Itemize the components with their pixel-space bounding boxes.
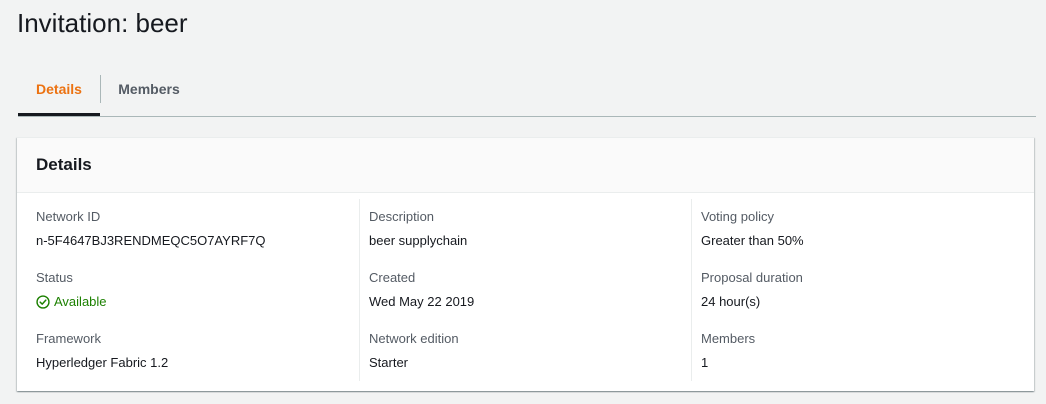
field-members: Members 1 <box>692 321 1025 382</box>
field-framework: Framework Hyperledger Fabric 1.2 <box>36 321 358 382</box>
field-value: Starter <box>369 355 409 370</box>
field-description: Description beer supplychain <box>360 199 692 260</box>
page-title: Invitation: beer <box>17 8 188 38</box>
details-column-3: Voting policy Greater than 50% Proposal … <box>691 199 1025 381</box>
status-value: Available <box>36 294 107 310</box>
field-created: Created Wed May 22 2019 <box>360 260 692 321</box>
field-label: Created <box>369 270 416 285</box>
details-column-2: Description beer supplychain Created Wed… <box>359 199 692 381</box>
field-label: Status <box>36 270 73 285</box>
field-label: Framework <box>36 331 102 346</box>
check-circle-icon <box>36 295 50 309</box>
field-value: 1 <box>701 355 709 370</box>
tab-details[interactable]: Details <box>18 68 100 116</box>
field-label: Voting policy <box>701 209 774 224</box>
field-value: beer supplychain <box>369 233 468 248</box>
details-column-1: Network ID n-5F4647BJ3RENDMEQC5O7AYRF7Q … <box>36 199 358 381</box>
invitation-page: Invitation: beer Details Members Details… <box>0 0 1046 404</box>
tab-bar: Details Members <box>18 68 1036 117</box>
field-value: Hyperledger Fabric 1.2 <box>36 355 169 370</box>
panel-title: Details <box>36 155 92 174</box>
field-network-id: Network ID n-5F4647BJ3RENDMEQC5O7AYRF7Q <box>36 199 358 260</box>
status-text: Available <box>54 294 107 309</box>
field-proposal-duration: Proposal duration 24 hour(s) <box>692 260 1025 321</box>
field-label: Members <box>701 331 756 346</box>
field-label: Description <box>369 209 435 224</box>
field-voting-policy: Voting policy Greater than 50% <box>692 199 1025 260</box>
field-label: Network ID <box>36 209 101 224</box>
panel-header: Details <box>17 138 1034 193</box>
field-status: Status Available <box>36 260 358 321</box>
field-value: Wed May 22 2019 <box>369 294 475 309</box>
field-value: 24 hour(s) <box>701 294 761 309</box>
tab-members[interactable]: Members <box>101 68 197 115</box>
details-panel: Details Network ID n-5F4647BJ3RENDMEQC5O… <box>17 137 1034 391</box>
field-label: Proposal duration <box>701 270 803 285</box>
details-columns: Network ID n-5F4647BJ3RENDMEQC5O7AYRF7Q … <box>17 193 1034 391</box>
field-network-edition: Network edition Starter <box>360 321 692 382</box>
field-value: n-5F4647BJ3RENDMEQC5O7AYRF7Q <box>36 233 266 248</box>
field-value: Greater than 50% <box>701 233 804 248</box>
field-label: Network edition <box>369 331 459 346</box>
